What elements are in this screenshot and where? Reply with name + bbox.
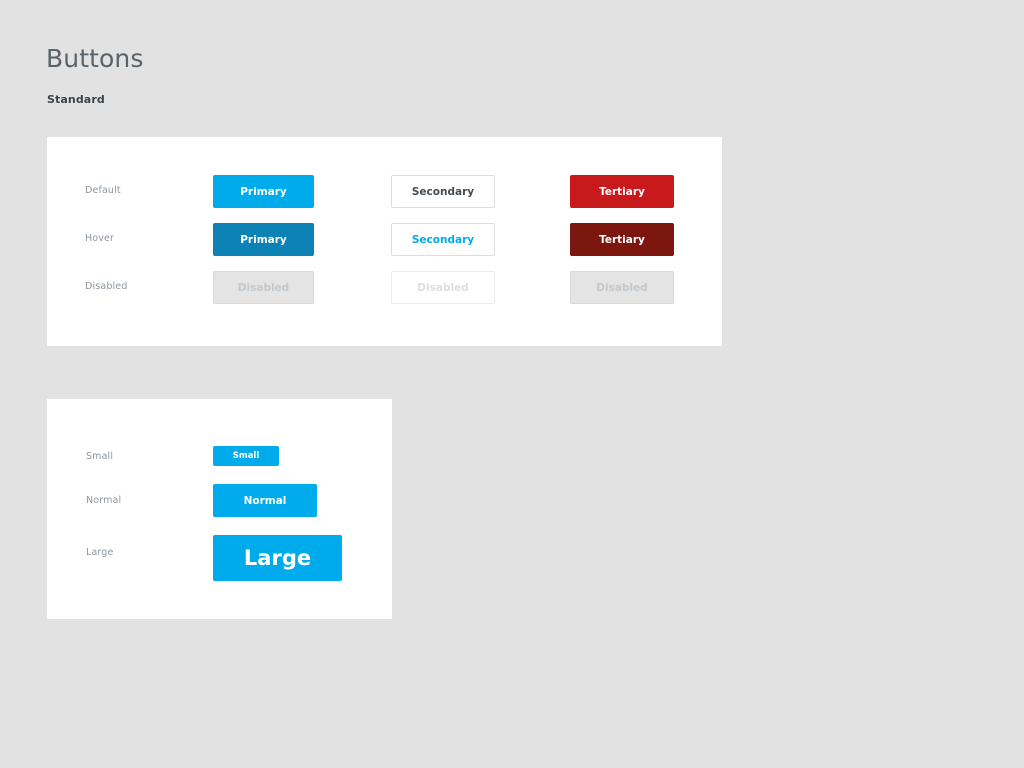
button-primary-hover[interactable]: Primary xyxy=(213,223,314,256)
row-label-small: Small xyxy=(86,451,114,462)
row-label-normal: Normal xyxy=(86,495,122,506)
button-primary-default[interactable]: Primary xyxy=(213,175,314,208)
row-label-hover: Hover xyxy=(85,233,115,244)
page-title: Buttons xyxy=(46,43,144,73)
section-label-standard: Standard xyxy=(47,93,105,106)
button-secondary-default[interactable]: Secondary xyxy=(391,175,495,208)
row-label-large: Large xyxy=(86,547,114,558)
button-primary-disabled: Disabled xyxy=(213,271,314,304)
row-label-default: Default xyxy=(85,185,121,196)
button-size-small[interactable]: Small xyxy=(213,446,279,466)
button-tertiary-default[interactable]: Tertiary xyxy=(570,175,674,208)
buttons-style-guide-page: Buttons Standard Default Hover Disabled … xyxy=(0,0,1024,768)
row-label-disabled: Disabled xyxy=(85,281,128,292)
button-secondary-hover[interactable]: Secondary xyxy=(391,223,495,256)
button-size-normal[interactable]: Normal xyxy=(213,484,317,517)
button-tertiary-hover[interactable]: Tertiary xyxy=(570,223,674,256)
button-size-large[interactable]: Large xyxy=(213,535,342,581)
button-secondary-disabled: Disabled xyxy=(391,271,495,304)
button-tertiary-disabled: Disabled xyxy=(570,271,674,304)
